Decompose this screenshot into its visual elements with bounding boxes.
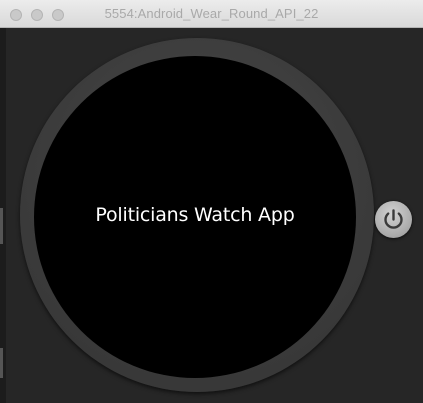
app-title: Politicians Watch App — [95, 204, 295, 226]
window-title: 5554:Android_Wear_Round_API_22 — [104, 6, 319, 21]
power-button[interactable] — [375, 201, 412, 238]
title-bar[interactable]: 5554:Android_Wear_Round_API_22 — [0, 0, 423, 28]
watch-screen[interactable]: Politicians Watch App — [34, 56, 356, 378]
emulator-window: 5554:Android_Wear_Round_API_22 Politicia… — [0, 0, 423, 403]
left-edge-panel — [0, 28, 6, 403]
edge-marker — [0, 208, 3, 244]
watch-bezel: Politicians Watch App — [20, 38, 374, 392]
edge-marker — [0, 348, 3, 378]
power-icon — [384, 209, 403, 229]
